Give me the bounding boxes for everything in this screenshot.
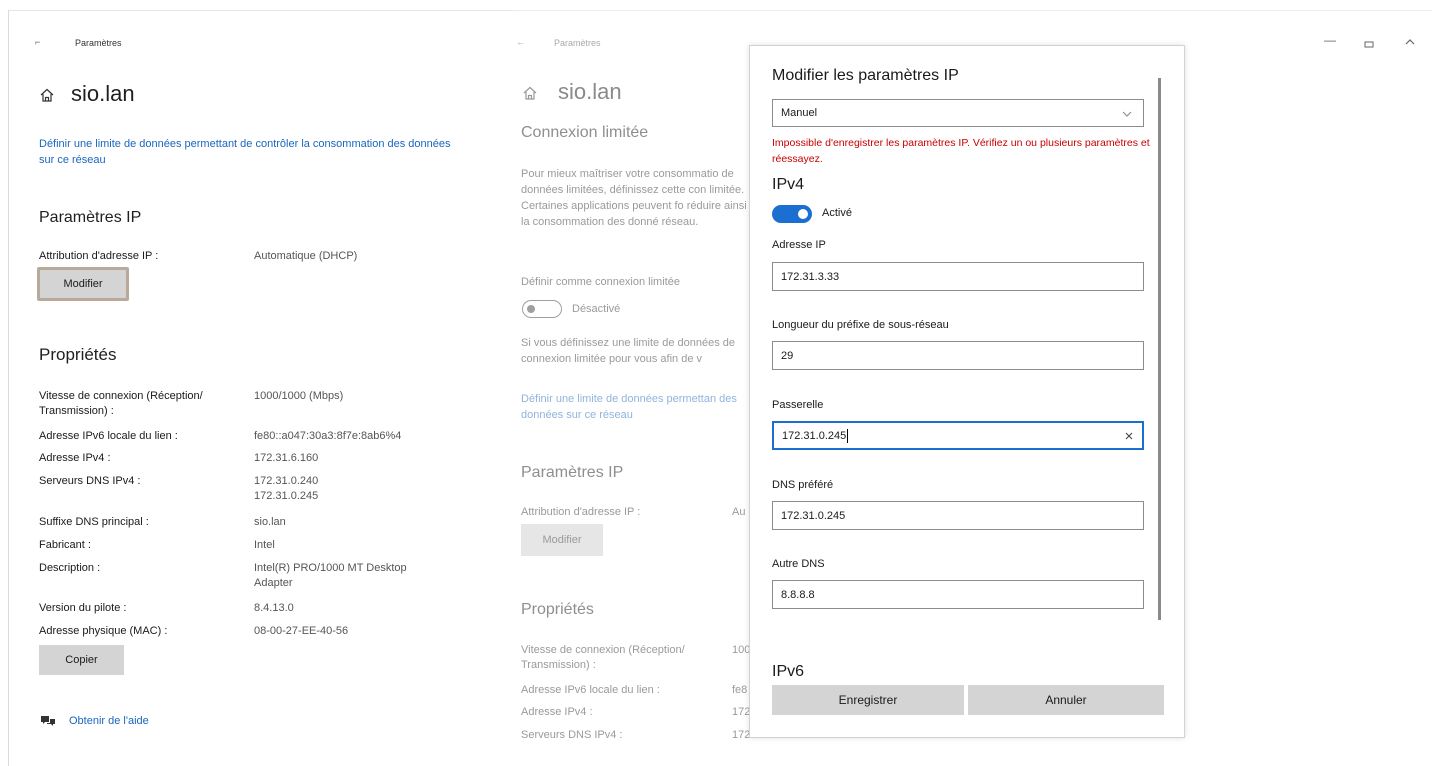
app-title: Paramètres — [554, 38, 601, 48]
home-icon — [523, 86, 537, 100]
save-button[interactable]: Enregistrer — [772, 685, 964, 715]
prop-value: 8.4.13.0 — [254, 602, 294, 614]
alternate-dns-field[interactable]: 8.8.8.8 — [772, 580, 1144, 609]
prop-label: Description : — [39, 562, 101, 574]
edit-ip-settings-dialog: Modifier les paramètres IP Manuel Imposs… — [749, 45, 1185, 738]
preferred-dns-label: DNS préféré — [772, 479, 834, 491]
prop-value: 172.31.6.160 — [254, 452, 319, 464]
metered-toggle[interactable] — [522, 300, 562, 318]
properties-title: Propriétés — [521, 601, 594, 618]
error-message: Impossible d'enregistrer les paramètres … — [772, 137, 1150, 165]
prop-label: Adresse IPv6 locale du lien : — [521, 684, 660, 696]
back-arrow-icon[interactable]: ← — [516, 37, 525, 47]
page-title: sio.lan — [558, 79, 622, 104]
prop-value: 172 — [732, 706, 751, 718]
prop-label: Serveurs DNS IPv4 : — [521, 729, 623, 741]
prop-value: fe8 — [732, 684, 748, 696]
metered-connection-title: Connexion limitée — [521, 124, 649, 141]
ipv4-toggle[interactable] — [772, 205, 812, 223]
minimize-icon[interactable]: — — [1324, 33, 1336, 47]
prop-value: 08-00-27-EE-40-56 — [254, 625, 349, 637]
preferred-dns-field[interactable]: 172.31.0.245 — [772, 501, 1144, 530]
ip-assignment-value: Automatique (DHCP) — [254, 250, 358, 262]
gateway-label: Passerelle — [772, 399, 824, 411]
ip-settings-title: Paramètres IP — [521, 464, 624, 481]
prop-value: 172 — [732, 729, 751, 741]
ip-mode-select[interactable]: Manuel — [772, 99, 1144, 127]
text-cursor — [847, 428, 849, 443]
chevron-up-icon[interactable] — [1404, 38, 1416, 46]
prop-label: Adresse physique (MAC) : — [39, 625, 168, 637]
modify-button-highlight: Modifier — [37, 267, 129, 301]
clear-icon[interactable] — [1124, 431, 1134, 441]
prop-label: Vitesse de connexion (Réception/ Transmi… — [39, 390, 203, 417]
dialog-scrollbar[interactable] — [1158, 78, 1161, 620]
data-limit-link[interactable]: Définir une limite de données permettan … — [521, 391, 749, 423]
help-icon — [41, 716, 55, 726]
properties-title: Propriétés — [39, 345, 117, 364]
prop-value: 1000/1000 (Mbps) — [254, 390, 344, 402]
ip-assignment-value: Au — [732, 506, 746, 518]
dialog-title: Modifier les paramètres IP — [772, 67, 959, 84]
maximize-icon[interactable] — [1364, 39, 1374, 49]
ip-mode-value: Manuel — [781, 107, 818, 119]
metered-description: Pour mieux maîtriser votre consommatio d… — [521, 168, 747, 228]
ipv4-toggle-state: Activé — [822, 207, 852, 219]
app-title: Paramètres — [75, 38, 122, 48]
prop-value: 100 — [732, 644, 751, 656]
home-icon — [40, 88, 54, 102]
ip-settings-title: Paramètres IP — [39, 209, 142, 226]
modify-button[interactable]: Modifier — [521, 524, 603, 556]
prop-label: Suffixe DNS principal : — [39, 516, 149, 528]
help-link[interactable]: Obtenir de l'aide — [69, 713, 149, 729]
prop-label: Vitesse de connexion (Réception/ Transmi… — [521, 644, 685, 671]
copy-button[interactable]: Copier — [39, 645, 124, 675]
data-limit-link[interactable]: Définir une limite de données permettant… — [39, 136, 459, 168]
prop-label: Adresse IPv4 : — [39, 452, 111, 464]
prop-label: Serveurs DNS IPv4 : — [39, 475, 141, 487]
metered-toggle-state: Désactivé — [572, 303, 621, 315]
ip-address-field[interactable]: 172.31.3.33 — [772, 262, 1144, 291]
gateway-field[interactable]: 172.31.0.245 — [772, 421, 1144, 450]
prop-label: Version du pilote : — [39, 602, 127, 614]
back-arrow-icon[interactable]: ⌐ — [35, 37, 40, 47]
prop-label: Adresse IPv4 : — [521, 706, 593, 718]
metered-toggle-label: Définir comme connexion limitée — [521, 276, 680, 288]
prop-value: fe80::a047:30a3:8f7e:8ab6%4 — [254, 430, 402, 442]
modify-button[interactable]: Modifier — [40, 270, 126, 298]
prop-value: Intel — [254, 539, 275, 551]
chevron-down-icon — [1122, 111, 1132, 117]
ip-assignment-label: Attribution d'adresse IP : — [521, 506, 641, 518]
ipv4-title: IPv4 — [772, 176, 805, 193]
page-title: sio.lan — [71, 81, 135, 106]
metered-note: Si vous définissez une limite de données… — [521, 337, 736, 365]
alternate-dns-label: Autre DNS — [772, 558, 825, 570]
ipv6-title: IPv6 — [772, 663, 805, 680]
cancel-button[interactable]: Annuler — [968, 685, 1164, 715]
prop-value: Intel(R) PRO/1000 MT Desktop Adapter — [254, 562, 407, 589]
prefix-length-field[interactable]: 29 — [772, 341, 1144, 370]
prop-value: 172.31.0.240 172.31.0.245 — [254, 475, 319, 502]
prefix-length-label: Longueur du préfixe de sous-réseau — [772, 319, 949, 331]
ip-address-label: Adresse IP — [772, 239, 826, 251]
left-settings-window: ⌐ Paramètres sio.lan Définir une limite … — [8, 10, 514, 766]
prop-label: Adresse IPv6 locale du lien : — [39, 430, 178, 442]
prop-label: Fabricant : — [39, 539, 91, 551]
ip-assignment-label: Attribution d'adresse IP : — [39, 250, 159, 262]
prop-value: sio.lan — [254, 516, 286, 528]
